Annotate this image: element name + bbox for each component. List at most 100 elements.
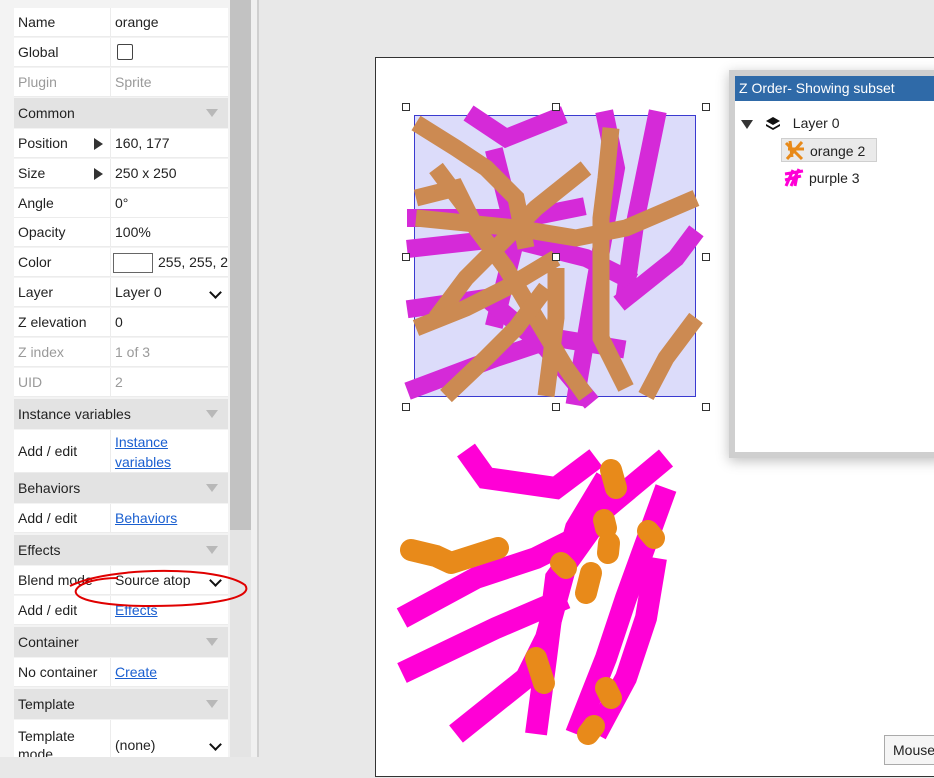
resize-handle xyxy=(702,103,710,111)
prop-opacity-row: Opacity 100% xyxy=(14,218,228,247)
tree-item-orange-2[interactable]: orange 2 xyxy=(781,138,877,162)
prop-label: Z index xyxy=(18,344,64,360)
prop-template-mode-row: Template mode (none) xyxy=(14,720,228,757)
expand-triangle-icon[interactable] xyxy=(94,138,103,150)
resize-handle xyxy=(552,403,560,411)
color-value: 255, 255, 2 xyxy=(158,254,228,270)
global-cell xyxy=(110,38,228,66)
prop-behaviors-row: Add / edit Behaviors xyxy=(14,504,228,533)
preview-magenta-strokes xyxy=(396,443,677,743)
size-field[interactable]: 250 x 250 xyxy=(110,159,228,187)
section-title: Effects xyxy=(18,542,61,558)
section-title: Container xyxy=(18,634,79,650)
blend-mode-dropdown[interactable]: Source atop xyxy=(110,566,228,594)
prop-container-row: No container Create xyxy=(14,658,228,687)
color-swatch[interactable] xyxy=(113,253,153,273)
resize-handle xyxy=(402,103,410,111)
collapse-triangle-icon xyxy=(206,638,218,646)
z-order-panel: Z Order- Showing subset Layer 0 orange 2… xyxy=(729,70,934,458)
behaviors-link[interactable]: Behaviors xyxy=(115,510,177,526)
prop-size-row: Size 250 x 250 xyxy=(14,159,228,188)
chevron-down-icon xyxy=(209,286,222,299)
prop-angle-row: Angle 0° xyxy=(14,189,228,218)
expand-triangle-icon[interactable] xyxy=(94,168,103,180)
prop-label: Plugin xyxy=(18,74,57,90)
chevron-down-icon xyxy=(209,738,222,751)
section-template[interactable]: Template xyxy=(14,689,228,719)
prop-uid-row: UID 2 xyxy=(14,368,228,397)
effects-link[interactable]: Effects xyxy=(115,602,158,618)
z-order-title: Z Order- Showing subset xyxy=(735,76,934,101)
prop-label: Add / edit xyxy=(18,602,78,618)
section-effects[interactable]: Effects xyxy=(14,535,228,565)
section-title: Common xyxy=(18,105,75,121)
tree-item-label: purple 3 xyxy=(809,170,860,186)
create-container-link[interactable]: Create xyxy=(115,664,157,680)
panel-splitter[interactable] xyxy=(257,0,259,757)
prop-color-row: Color 255, 255, 2 xyxy=(14,248,228,277)
color-field[interactable]: 255, 255, 2 xyxy=(110,248,228,276)
section-instance-variables[interactable]: Instance variables xyxy=(14,399,228,429)
prop-z-elevation-row: Z elevation 0 xyxy=(14,308,228,337)
prop-position-row: Position 160, 177 xyxy=(14,129,228,158)
section-title: Instance variables xyxy=(18,406,131,422)
properties-scrollbar[interactable] xyxy=(230,0,251,757)
uid-value: 2 xyxy=(110,368,228,396)
template-mode-dropdown[interactable]: (none) xyxy=(110,720,228,757)
instance-variables-link[interactable]: Instance variables xyxy=(115,434,171,470)
opacity-field[interactable]: 100% xyxy=(110,218,228,246)
section-common[interactable]: Common xyxy=(14,98,228,128)
prop-label: Position xyxy=(18,135,68,151)
resize-handle xyxy=(702,253,710,261)
prop-label: Color xyxy=(18,254,52,270)
tree-item-layer-0[interactable]: Layer 0 xyxy=(741,111,839,135)
prop-name-row: Name orange xyxy=(14,8,228,37)
resize-handle xyxy=(402,403,410,411)
name-field[interactable]: orange xyxy=(110,8,228,36)
prop-layer-row: Layer Layer 0 xyxy=(14,278,228,307)
collapse-triangle-icon xyxy=(206,484,218,492)
expand-arrow-icon[interactable] xyxy=(741,119,753,129)
section-title: Template xyxy=(18,696,75,712)
prop-label: Template mode xyxy=(18,728,75,757)
prop-label: Z elevation xyxy=(18,314,87,330)
resize-handle xyxy=(552,103,560,111)
prop-label: UID xyxy=(18,374,43,390)
angle-field[interactable]: 0° xyxy=(110,189,228,217)
z-index-value: 1 of 3 xyxy=(110,338,228,366)
layers-icon xyxy=(765,117,780,131)
prop-label: Size xyxy=(18,165,46,181)
chevron-down-icon xyxy=(209,574,222,587)
global-checkbox[interactable] xyxy=(117,44,133,60)
blend-mode-selected: Source atop xyxy=(115,572,191,588)
resize-handle xyxy=(402,253,410,261)
z-elevation-field[interactable]: 0 xyxy=(110,308,228,336)
scrollbar-thumb[interactable] xyxy=(230,0,251,530)
tree-item-purple-3[interactable]: purple 3 xyxy=(781,166,860,190)
prop-global-row: Global xyxy=(14,38,228,67)
section-container[interactable]: Container xyxy=(14,627,228,657)
collapse-triangle-icon xyxy=(206,109,218,117)
prop-label: Add / edit xyxy=(18,443,78,459)
prop-label: Angle xyxy=(18,195,54,211)
container-cell: Create xyxy=(110,658,228,686)
layer-dropdown[interactable]: Layer 0 xyxy=(110,278,228,306)
prop-instance-variables-row: Add / edit Instance variables xyxy=(14,430,228,473)
plugin-value: Sprite xyxy=(110,68,228,96)
prop-label: Add / edit xyxy=(18,510,78,526)
properties-panel: Name orange Global Plugin Sprite Common … xyxy=(0,0,230,757)
prop-label: No container xyxy=(18,664,98,680)
position-field[interactable]: 160, 177 xyxy=(110,129,228,157)
resize-handle xyxy=(552,253,560,261)
prop-blend-mode-row: Blend mode Source atop xyxy=(14,566,228,595)
collapse-triangle-icon xyxy=(206,546,218,554)
section-behaviors[interactable]: Behaviors xyxy=(14,473,228,503)
collapse-triangle-icon xyxy=(206,700,218,708)
z-order-body: Z Order- Showing subset Layer 0 orange 2… xyxy=(735,76,934,452)
prop-label: Blend mode xyxy=(18,572,93,588)
section-title: Behaviors xyxy=(18,480,81,496)
mouse-button[interactable]: Mouse xyxy=(884,735,934,765)
collapse-triangle-icon xyxy=(206,410,218,418)
prop-label: Layer xyxy=(18,284,54,300)
prop-label: Opacity xyxy=(18,224,66,240)
